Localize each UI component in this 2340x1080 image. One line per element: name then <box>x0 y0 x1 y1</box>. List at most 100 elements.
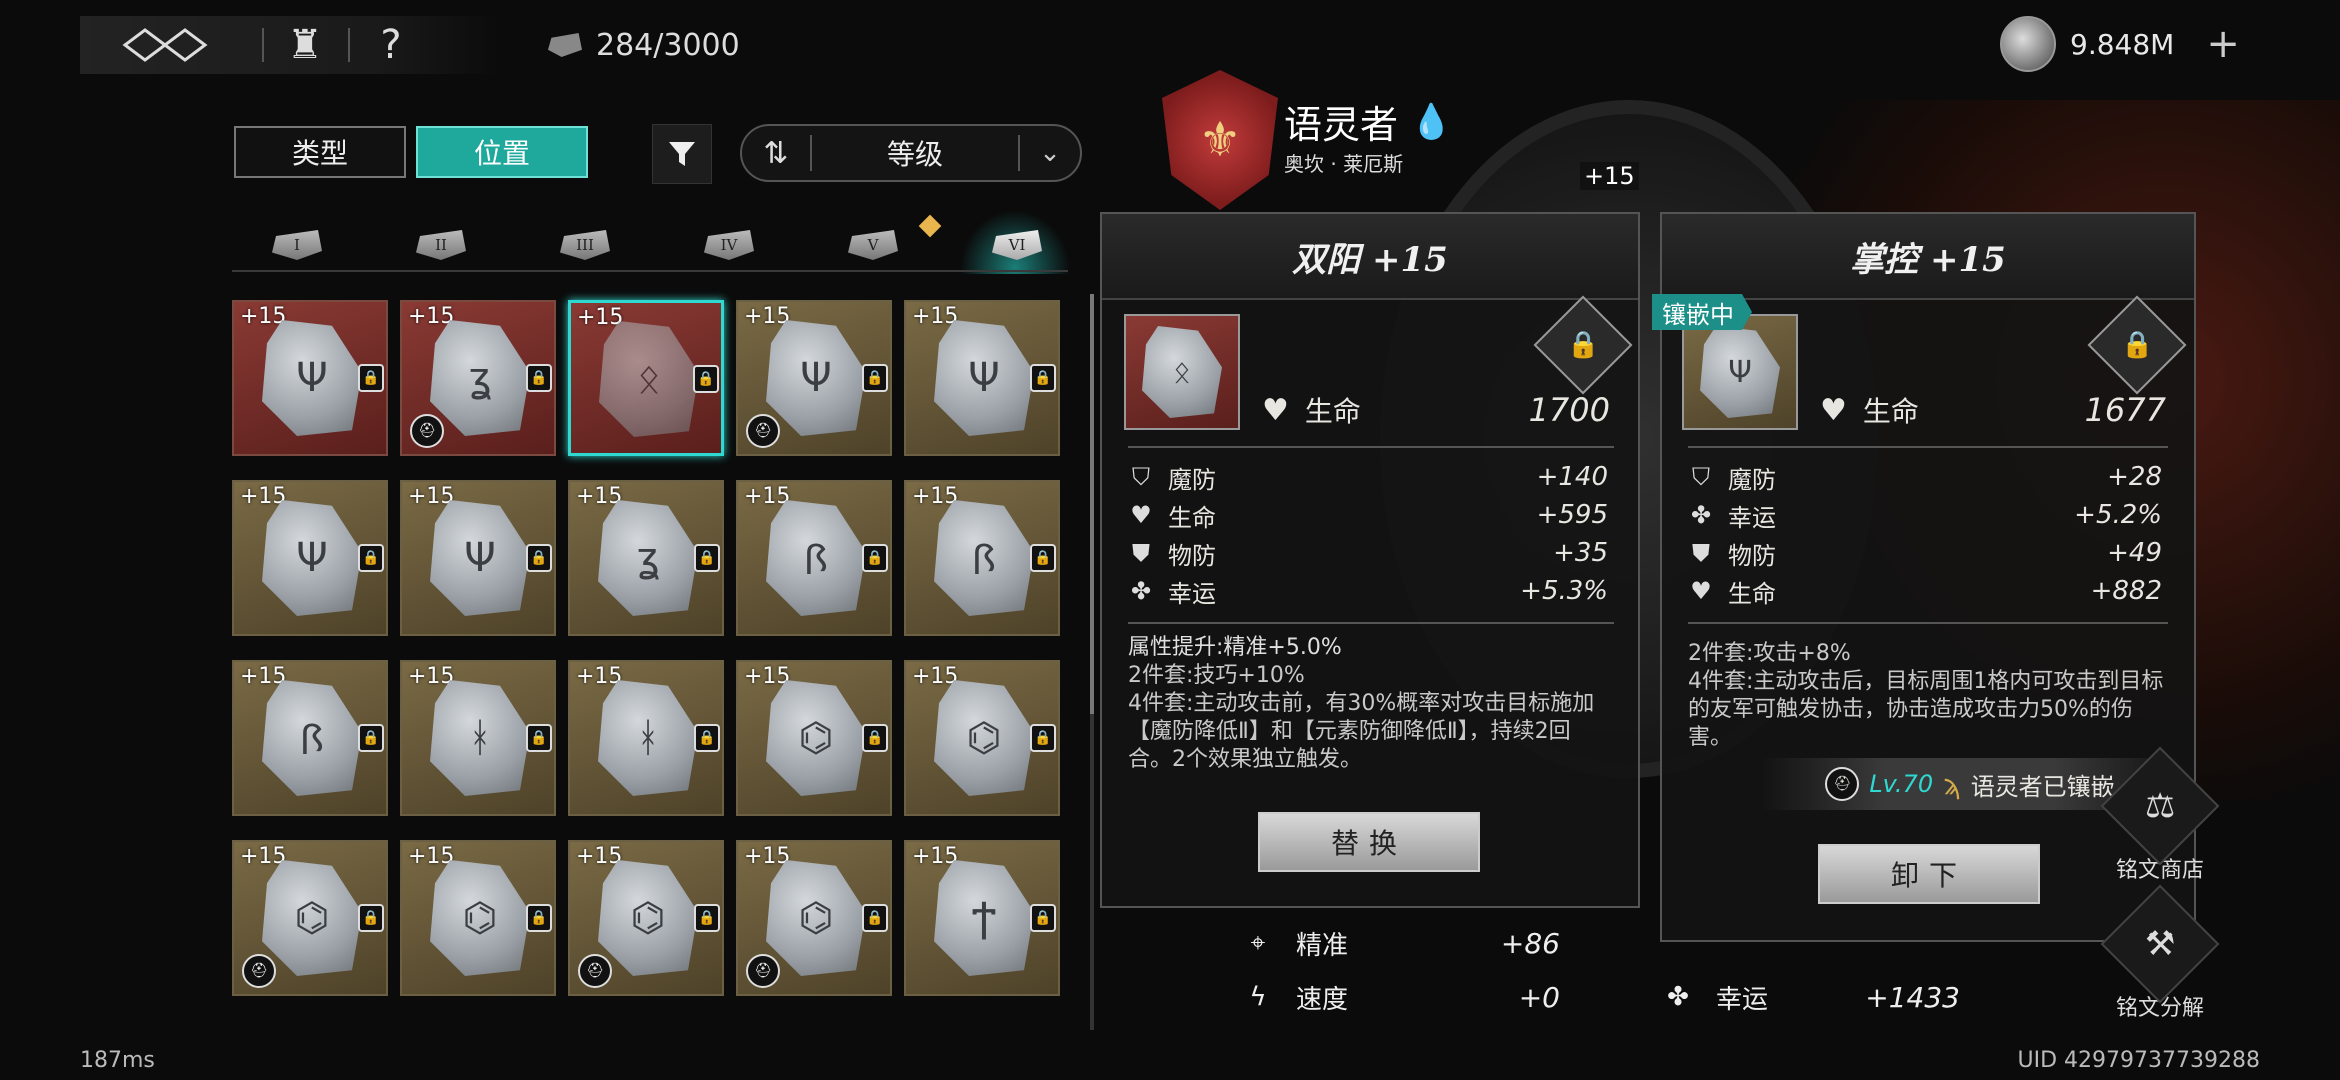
left-rune-icon: ᛟ <box>1124 314 1240 430</box>
substat-label: 物防 <box>1728 541 1776 570</box>
right-panel-title: 掌控 +15 <box>1662 214 2194 300</box>
rune-slot[interactable]: +15 ⌬ 🔒 <box>736 660 892 816</box>
tier-tab-3[interactable]: III <box>560 230 610 260</box>
rune-decompose-button[interactable]: ⚒ 铭文分解 <box>2100 884 2220 1022</box>
stat-precision: ⌖ 精准 +86 <box>1240 918 1560 968</box>
left-lock-toggle[interactable]: 🔒 <box>1533 295 1633 395</box>
tier-underline <box>232 270 1068 272</box>
sort-label: 等级 <box>886 138 943 171</box>
rune-slot[interactable]: +15 ᛟ 🔒 <box>568 300 724 456</box>
substat-label: 生命 <box>1728 579 1776 608</box>
divider <box>1688 446 2168 448</box>
left-main-stat-label: 生命 <box>1304 395 1361 428</box>
heart-icon: ♥ <box>1130 501 1152 529</box>
filter-funnel-icon <box>669 142 695 166</box>
add-currency-button[interactable]: + <box>2206 21 2240 67</box>
clover-icon: ✤ <box>1690 501 1712 529</box>
lock-icon: 🔒 <box>694 904 720 932</box>
rune-stone-icon <box>548 33 582 57</box>
rune-shop-button[interactable]: ⚖ 铭文商店 <box>2100 746 2220 884</box>
lock-icon: 🔒 <box>358 724 384 752</box>
tab-type[interactable]: 类型 <box>234 126 406 178</box>
rune-stone-icon: ⌬ <box>766 860 866 976</box>
rune-slot[interactable]: +15 Ψ 🔒 <box>232 300 388 456</box>
equipped-helmet-icon: ⛑ <box>410 414 444 448</box>
lock-icon: 🔒 <box>1030 544 1056 572</box>
substat-row: ⛉ 魔防 +28 <box>1688 458 2162 496</box>
currency-value: 9.848M <box>2070 27 2175 61</box>
lock-icon: 🔒 <box>1566 330 1600 360</box>
rune-slot[interactable]: +15 ⌬ 🔒 ⛑ <box>736 840 892 996</box>
unequip-button[interactable]: 卸下 <box>1818 844 2040 904</box>
lock-icon: 🔒 <box>2120 330 2154 360</box>
back-button[interactable] <box>100 16 230 74</box>
lock-icon: 🔒 <box>358 544 384 572</box>
lock-icon: 🔒 <box>862 904 888 932</box>
new-diamond-icon <box>918 214 942 238</box>
sort-dropdown[interactable]: ⇅ 等级 ⌄ <box>740 124 1082 182</box>
help-button[interactable]: ? <box>358 16 424 74</box>
tier-tab-1[interactable]: I <box>272 230 322 260</box>
lock-icon: 🔒 <box>358 904 384 932</box>
filter-button[interactable] <box>652 124 712 184</box>
rune-slot[interactable]: +15 ʓ 🔒 <box>568 480 724 636</box>
right-main-stat: ♥ 生命 1677 <box>1820 382 2166 438</box>
right-desc-set4: 4件套:主动攻击后，目标周围1格内可攻击到目标的友军可触发协击，协击造成攻击力5… <box>1688 669 2164 750</box>
heart-icon: ♥ <box>1262 392 1289 428</box>
rune-slot[interactable]: +15 Ψ 🔒 <box>232 480 388 636</box>
rune-stone-icon: Ψ <box>262 500 362 616</box>
rune-slot[interactable]: +15 ⌬ 🔒 <box>400 840 556 996</box>
currency-display: 9.848M + <box>2000 14 2240 74</box>
rune-slot[interactable]: +15 ᚼ 🔒 <box>568 660 724 816</box>
rune-stone-icon: ʓ <box>598 500 698 616</box>
replace-button[interactable]: 替换 <box>1258 812 1480 872</box>
rune-slot[interactable]: +15 ⌬ 🔒 <box>904 660 1060 816</box>
right-lock-toggle[interactable]: 🔒 <box>2087 295 2187 395</box>
speed-icon: ϟ <box>1249 982 1267 1012</box>
rune-slot[interactable]: +15 ⌬ 🔒 ⛑ <box>568 840 724 996</box>
lock-icon: 🔒 <box>526 544 552 572</box>
rune-slot[interactable]: +15 Ψ 🔒 ⛑ <box>736 300 892 456</box>
phys-def-icon: ⛊ <box>1692 539 1710 567</box>
tier-tab-5[interactable]: V <box>848 230 898 260</box>
right-rune-icon: Ψ <box>1682 314 1798 430</box>
rune-slot[interactable]: +15 ꟗ 🔒 <box>232 660 388 816</box>
water-element-icon: 💧 <box>1410 101 1453 142</box>
tower-button[interactable]: ♜ <box>272 16 338 74</box>
equipped-helmet-icon: ⛑ <box>746 954 780 988</box>
chevron-down-icon: ⌄ <box>1039 138 1061 168</box>
lock-icon: 🔒 <box>862 724 888 752</box>
substat-row: ♥ 生命 +595 <box>1128 496 1608 534</box>
lock-icon: 🔒 <box>862 364 888 392</box>
heart-icon: ♥ <box>1820 392 1847 428</box>
question-icon: ? <box>380 22 402 68</box>
tab-position[interactable]: 位置 <box>416 126 588 178</box>
tier-tab-4[interactable]: IV <box>704 230 754 260</box>
substat-row: ⛊ 物防 +35 <box>1128 534 1608 572</box>
rune-slot[interactable]: +15 ꟗ 🔒 <box>736 480 892 636</box>
stat-speed-label: 速度 <box>1296 984 1349 1015</box>
embedded-badge: 镶嵌中 <box>1652 294 1752 330</box>
rune-stone-icon: Ψ <box>430 500 530 616</box>
substat-value: +35 <box>1553 538 1608 568</box>
rune-slot[interactable]: +15 ꟗ 🔒 <box>904 480 1060 636</box>
scrollbar-thumb[interactable] <box>1090 294 1094 714</box>
rune-slot[interactable]: +15 ʓ 🔒 ⛑ <box>400 300 556 456</box>
stat-speed-value: +0 <box>1518 980 1560 1014</box>
decompose-icon: ⚒ <box>2100 884 2220 1004</box>
rune-slot[interactable]: +15 ⌬ 🔒 ⛑ <box>232 840 388 996</box>
divider <box>262 28 264 62</box>
lock-icon: 🔒 <box>1030 904 1056 932</box>
stat-luck-label: 幸运 <box>1716 984 1769 1015</box>
lock-icon: 🔒 <box>693 365 719 393</box>
left-main-stat-value: 1700 <box>1528 391 1610 429</box>
rune-slot[interactable]: +15 ᚼ 🔒 <box>400 660 556 816</box>
rune-slot[interactable]: +15 Ψ 🔒 <box>400 480 556 636</box>
rune-slot[interactable]: +15 Ϯ 🔒 <box>904 840 1060 996</box>
coin-icon <box>2000 16 2056 72</box>
rune-slot[interactable]: +15 Ψ 🔒 <box>904 300 1060 456</box>
tier-tab-2[interactable]: II <box>416 230 466 260</box>
substat-row: ♥ 生命 +882 <box>1688 572 2162 610</box>
lock-icon: 🔒 <box>1030 364 1056 392</box>
rune-stone-icon: ⌬ <box>766 680 866 796</box>
